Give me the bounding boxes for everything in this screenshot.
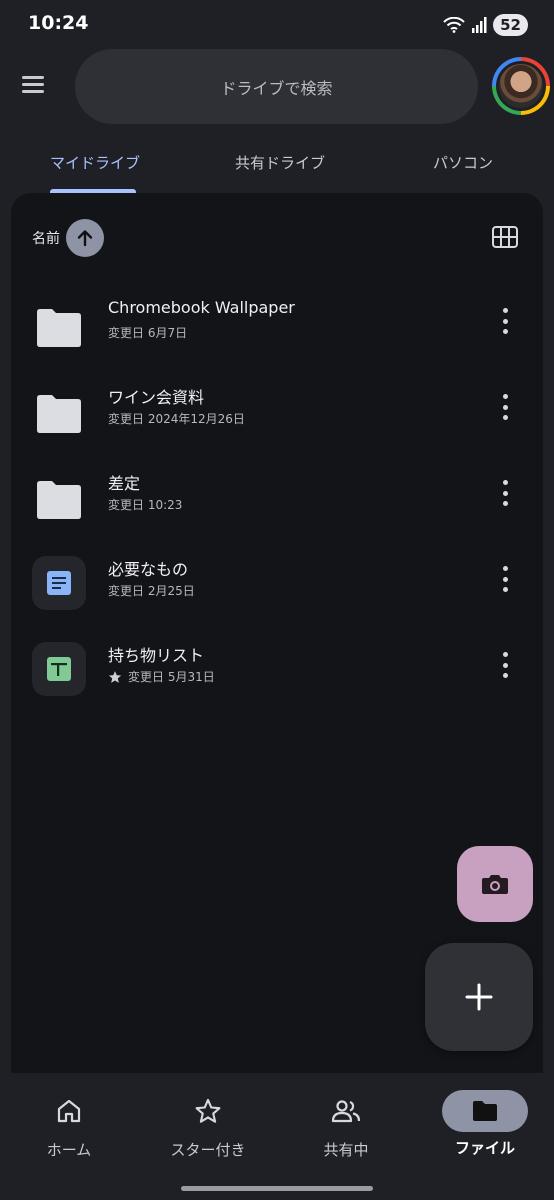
battery-indicator: 52	[493, 14, 528, 36]
tab-my-drive[interactable]: マイドライブ	[50, 152, 140, 173]
file-meta: 変更日 6月7日	[108, 326, 188, 340]
tab-computers[interactable]: パソコン	[433, 152, 493, 173]
camera-icon	[482, 875, 508, 894]
status-time: 10:24	[28, 12, 89, 34]
file-meta: 変更日 5月31日	[108, 668, 215, 685]
grid-view-icon[interactable]	[492, 226, 518, 248]
active-nav-pill	[442, 1090, 528, 1132]
plus-icon	[465, 983, 493, 1011]
nav-starred-label: スター付き	[170, 1141, 246, 1159]
search-placeholder: ドライブで検索	[220, 78, 333, 98]
list-item[interactable]: 差定 変更日 10:23	[0, 458, 554, 544]
nav-shared-label: 共有中	[323, 1141, 369, 1159]
signal-icon	[472, 17, 487, 33]
nav-home[interactable]: ホーム	[9, 1095, 129, 1160]
search-bar[interactable]: ドライブで検索	[75, 49, 478, 124]
star-icon	[108, 670, 122, 683]
file-name: 差定	[108, 474, 141, 493]
file-name: 持ち物リスト	[108, 646, 205, 665]
spreadsheet-icon	[47, 657, 71, 681]
nav-starred[interactable]: スター付き	[148, 1095, 268, 1160]
new-button[interactable]	[425, 943, 533, 1051]
more-options-icon[interactable]	[495, 480, 515, 506]
nav-files[interactable]: ファイル	[425, 1090, 545, 1158]
tab-shared-drives[interactable]: 共有ドライブ	[235, 152, 325, 173]
file-meta: 変更日 2月25日	[108, 584, 195, 598]
file-meta: 変更日 10:23	[108, 498, 183, 512]
list-item[interactable]: Chromebook Wallpaper 変更日 6月7日	[0, 286, 554, 372]
nav-files-label: ファイル	[454, 1139, 515, 1157]
document-icon	[47, 571, 71, 595]
menu-icon[interactable]	[22, 76, 44, 96]
wifi-icon	[443, 17, 465, 33]
account-avatar[interactable]	[492, 57, 550, 115]
more-options-icon[interactable]	[495, 394, 515, 420]
more-options-icon[interactable]	[495, 308, 515, 334]
list-item[interactable]: ワイン会資料 変更日 2024年12月26日	[0, 372, 554, 458]
folder-icon	[37, 309, 81, 347]
avatar-photo	[499, 64, 543, 108]
file-name: ワイン会資料	[108, 388, 205, 407]
nav-shared[interactable]: 共有中	[286, 1095, 406, 1160]
status-icons: 52	[443, 14, 528, 36]
file-name: 必要なもの	[108, 560, 189, 579]
star-icon	[195, 1098, 221, 1123]
folder-icon	[37, 395, 81, 433]
list-item[interactable]: 持ち物リスト 変更日 5月31日	[0, 630, 554, 716]
bottom-navigation: ホーム スター付き 共有中 ファイル	[0, 1073, 554, 1200]
file-name: Chromebook Wallpaper	[108, 298, 295, 317]
gesture-home-indicator[interactable]	[181, 1186, 373, 1191]
list-item[interactable]: 必要なもの 変更日 2月25日	[0, 544, 554, 630]
folder-icon	[37, 481, 81, 519]
home-icon	[57, 1099, 81, 1123]
people-icon	[331, 1100, 361, 1123]
file-meta: 変更日 2024年12月26日	[108, 412, 245, 426]
nav-home-label: ホーム	[46, 1141, 92, 1159]
sort-direction-button[interactable]	[66, 219, 104, 257]
folder-icon	[473, 1101, 497, 1121]
scan-camera-button[interactable]	[457, 846, 533, 922]
arrow-up-icon	[77, 230, 93, 247]
sort-label[interactable]: 名前	[32, 228, 60, 248]
more-options-icon[interactable]	[495, 566, 515, 592]
more-options-icon[interactable]	[495, 652, 515, 678]
